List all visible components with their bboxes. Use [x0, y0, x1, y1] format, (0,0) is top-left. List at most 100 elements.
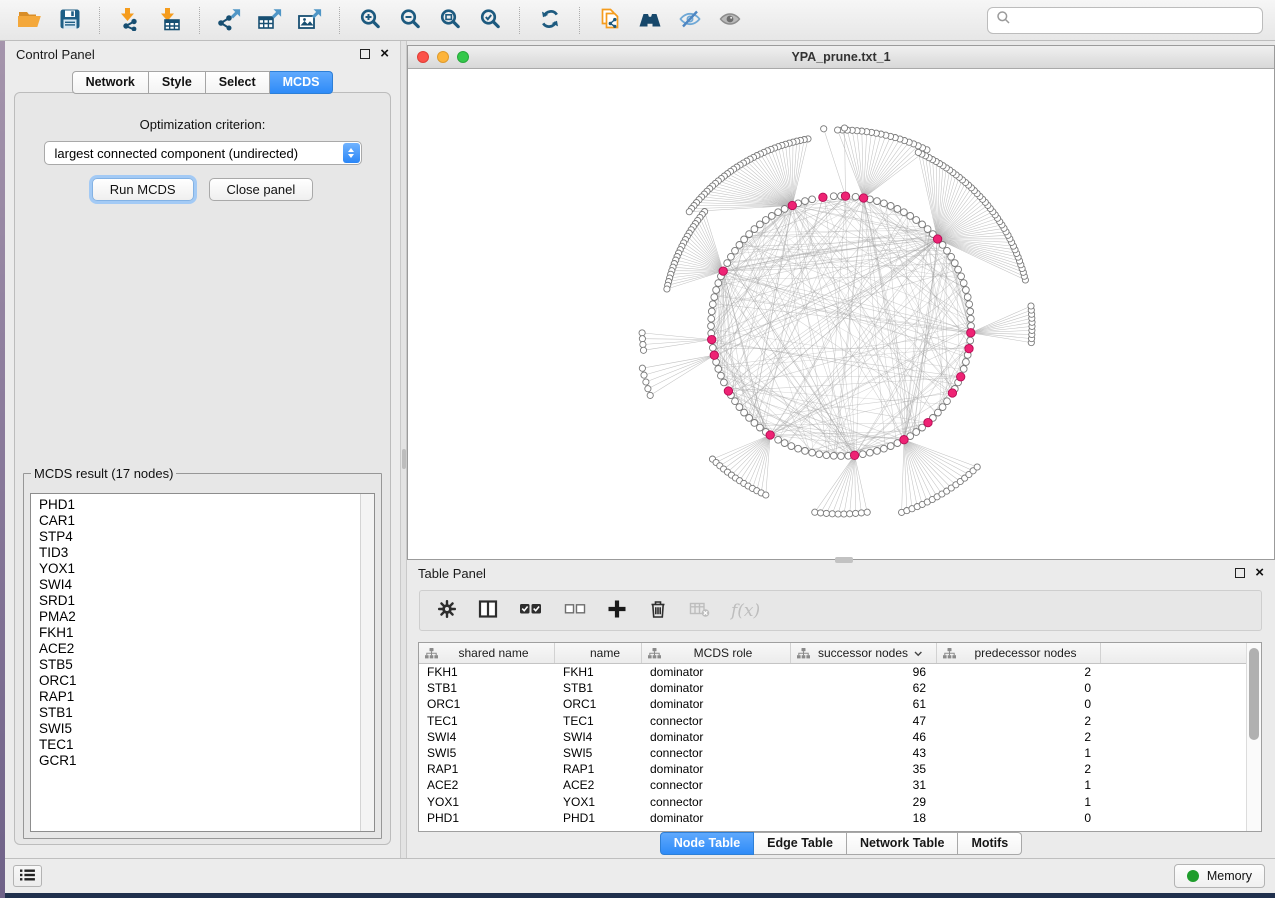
table-row[interactable]: YOX1YOX1connector291 [419, 794, 1261, 810]
table-scrollbar[interactable] [1246, 643, 1261, 831]
network-satellite-node[interactable] [639, 365, 645, 371]
search-input[interactable] [1017, 12, 1254, 29]
cell-name[interactable]: TEC1 [555, 713, 642, 729]
network-node[interactable] [711, 294, 718, 301]
network-node[interactable] [718, 372, 725, 379]
network-node[interactable] [768, 213, 775, 220]
export-image-button[interactable] [292, 4, 328, 36]
close-panel-button[interactable]: Close panel [209, 178, 314, 201]
cell-predecessor-nodes[interactable]: 0 [937, 680, 1101, 696]
network-window-titlebar[interactable]: YPA_prune.txt_1 [408, 46, 1274, 69]
table-row[interactable]: RAP1RAP1dominator352 [419, 761, 1261, 777]
network-satellite-node[interactable] [645, 386, 651, 392]
panel-splitter[interactable] [400, 41, 407, 858]
cell-successor-nodes[interactable]: 29 [791, 794, 937, 810]
network-hub-node[interactable] [967, 329, 975, 337]
cell-predecessor-nodes[interactable]: 1 [937, 777, 1101, 793]
network-node[interactable] [721, 379, 728, 386]
table-panel-close-button[interactable]: × [1255, 567, 1264, 579]
mcds-result-item[interactable]: STP4 [39, 529, 374, 545]
network-hub-node[interactable] [859, 194, 867, 202]
network-node[interactable] [913, 429, 920, 436]
network-hub-node[interactable] [819, 193, 827, 201]
network-node[interactable] [887, 443, 894, 450]
network-satellite-node[interactable] [821, 126, 827, 132]
network-satellite-node[interactable] [847, 511, 853, 517]
cell-predecessor-nodes[interactable]: 1 [937, 745, 1101, 761]
network-satellite-node[interactable] [823, 510, 829, 516]
network-satellite-node[interactable] [664, 286, 670, 292]
network-node[interactable] [955, 266, 962, 273]
mcds-result-item[interactable]: ACE2 [39, 641, 374, 657]
network-node[interactable] [732, 398, 739, 405]
network-node[interactable] [960, 280, 967, 287]
network-node[interactable] [913, 217, 920, 224]
delete-column-button[interactable] [648, 599, 668, 622]
network-node[interactable] [751, 226, 758, 233]
window-maximize-button[interactable] [457, 51, 469, 63]
cell-shared-name[interactable]: RAP1 [419, 761, 555, 777]
cell-name[interactable]: ORC1 [555, 696, 642, 712]
network-satellite-node[interactable] [858, 510, 864, 516]
network-node[interactable] [802, 198, 809, 205]
network-node[interactable] [964, 294, 971, 301]
network-node[interactable] [963, 359, 970, 366]
network-satellite-node[interactable] [763, 492, 769, 498]
mcds-result-item[interactable]: GCR1 [39, 753, 374, 769]
network-node[interactable] [781, 440, 788, 447]
network-hub-node[interactable] [766, 431, 774, 439]
show-all-button[interactable] [712, 4, 748, 36]
network-node[interactable] [963, 287, 970, 294]
control-panel-float-button[interactable] [360, 49, 370, 59]
cell-shared-name[interactable]: SWI4 [419, 729, 555, 745]
network-node[interactable] [781, 206, 788, 213]
network-node[interactable] [967, 308, 974, 315]
network-node[interactable] [966, 301, 973, 308]
cell-MCDS-role[interactable]: connector [642, 713, 791, 729]
cell-name[interactable]: STB1 [555, 680, 642, 696]
network-hub-node[interactable] [841, 192, 849, 200]
network-hub-node[interactable] [933, 235, 941, 243]
cell-shared-name[interactable]: YOX1 [419, 794, 555, 810]
mcds-result-item[interactable]: TEC1 [39, 737, 374, 753]
cell-shared-name[interactable]: ORC1 [419, 696, 555, 712]
network-node[interactable] [944, 398, 951, 405]
import-table-button[interactable] [152, 4, 188, 36]
column-header-predecessor-nodes[interactable]: predecessor nodes [937, 643, 1101, 663]
cell-successor-nodes[interactable]: 62 [791, 680, 937, 696]
cell-predecessor-nodes[interactable]: 2 [937, 713, 1101, 729]
cell-successor-nodes[interactable]: 46 [791, 729, 937, 745]
mcds-result-item[interactable]: STB5 [39, 657, 374, 673]
network-node[interactable] [715, 366, 722, 373]
network-satellite-node[interactable] [640, 341, 646, 347]
cell-shared-name[interactable]: TEC1 [419, 713, 555, 729]
network-node[interactable] [874, 448, 881, 455]
cell-predecessor-nodes[interactable]: 2 [937, 664, 1101, 680]
import-network-button[interactable] [112, 4, 148, 36]
network-node[interactable] [724, 260, 731, 267]
memory-button[interactable]: Memory [1174, 864, 1265, 888]
cell-MCDS-role[interactable]: dominator [642, 729, 791, 745]
export-table-button[interactable] [252, 4, 288, 36]
column-header-shared-name[interactable]: shared name [419, 643, 555, 663]
table-row[interactable]: SWI5SWI5connector431 [419, 745, 1261, 761]
mcds-result-item[interactable]: SRD1 [39, 593, 374, 609]
hide-selected-button[interactable] [672, 4, 708, 36]
add-column-button[interactable] [607, 599, 627, 622]
scrollbar-thumb[interactable] [1249, 648, 1259, 740]
network-node[interactable] [741, 236, 748, 243]
tab-select[interactable]: Select [206, 71, 270, 94]
run-mcds-button[interactable]: Run MCDS [92, 178, 194, 201]
mcds-result-item[interactable]: STB1 [39, 705, 374, 721]
network-hub-node[interactable] [900, 436, 908, 444]
network-satellite-node[interactable] [835, 511, 841, 517]
network-satellite-node[interactable] [640, 347, 646, 353]
table-row[interactable]: ORC1ORC1dominator610 [419, 696, 1261, 712]
network-node[interactable] [944, 247, 951, 254]
network-satellite-node[interactable] [841, 125, 847, 131]
tab-network[interactable]: Network [72, 71, 149, 94]
mcds-result-item[interactable]: TID3 [39, 545, 374, 561]
network-satellite-node[interactable] [864, 509, 870, 515]
network-hub-node[interactable] [948, 389, 956, 397]
network-satellite-node[interactable] [818, 510, 824, 516]
